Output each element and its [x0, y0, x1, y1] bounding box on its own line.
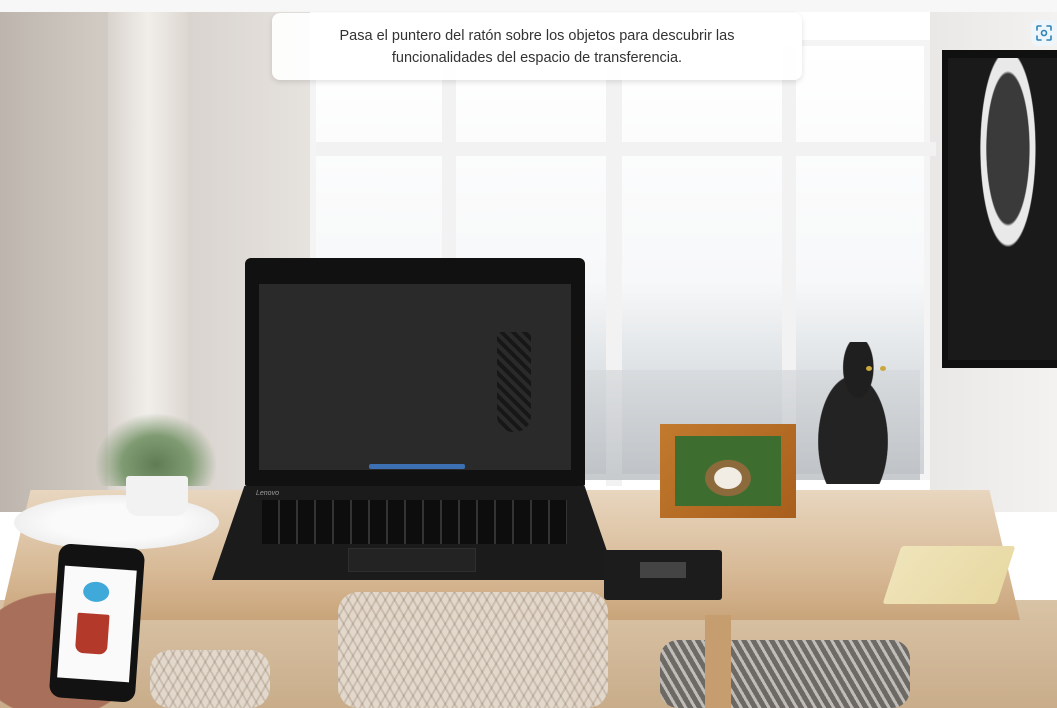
- taskbar: [369, 464, 465, 469]
- wall-top: [0, 0, 1057, 12]
- laptop-screen[interactable]: [245, 258, 585, 486]
- black-cat[interactable]: [800, 342, 906, 484]
- instruction-text: Pasa el puntero del ratón sobre los obje…: [339, 27, 735, 66]
- cat-eye: [880, 366, 886, 371]
- table-leg: [705, 615, 731, 708]
- white-tray: [14, 495, 219, 550]
- laptop-display: [259, 284, 571, 470]
- dark-chair-seat: [660, 640, 910, 708]
- plant-pot: [126, 476, 188, 516]
- fullscreen-icon: [1036, 25, 1052, 41]
- touchpad: [348, 548, 476, 572]
- wallpaper-logo: [497, 332, 531, 432]
- cat-eye: [866, 366, 872, 371]
- keyboard-keys: [262, 500, 567, 544]
- laptop-keyboard[interactable]: Lenovo: [212, 486, 617, 580]
- smartphone[interactable]: [48, 543, 146, 703]
- instruction-box: Pasa el puntero del ratón sobre los obje…: [272, 13, 802, 80]
- vhs-tape[interactable]: [604, 550, 722, 600]
- astronaut-poster[interactable]: [942, 50, 1057, 368]
- poster-image: [948, 58, 1057, 360]
- fullscreen-button[interactable]: [1031, 20, 1057, 46]
- vhs-window: [640, 562, 686, 578]
- picture-frame[interactable]: [660, 424, 796, 518]
- mug-icon: [74, 612, 110, 655]
- open-notebook[interactable]: [882, 546, 1016, 604]
- window-transom: [316, 142, 936, 156]
- white-chair-left: [150, 650, 270, 708]
- laptop-brand: Lenovo: [256, 490, 279, 497]
- white-chair: [338, 592, 608, 708]
- phone-screen: [57, 565, 137, 683]
- interactive-scene: Lenovo Pasa el puntero del ratón sobre l…: [0, 0, 1057, 708]
- puppies-photo: [675, 436, 781, 506]
- chat-bubble-icon: [82, 580, 110, 603]
